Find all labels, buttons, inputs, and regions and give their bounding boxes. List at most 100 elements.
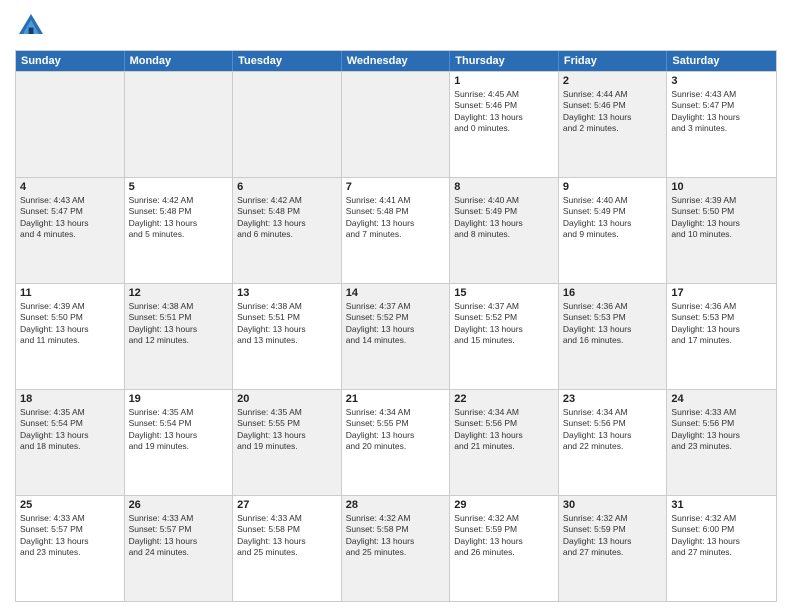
day-number: 30 (563, 499, 663, 511)
day-cell-14: 14 Sunrise: 4:37 AM Sunset: 5:52 PM Dayli… (342, 284, 451, 389)
day-number: 31 (671, 499, 772, 511)
day-info: Sunrise: 4:33 AM Sunset: 5:57 PM Dayligh… (20, 513, 120, 559)
empty-cell (125, 72, 234, 177)
day-header-monday: Monday (125, 51, 234, 71)
day-info: Sunrise: 4:42 AM Sunset: 5:48 PM Dayligh… (129, 195, 229, 241)
day-number: 26 (129, 499, 229, 511)
day-cell-5: 5 Sunrise: 4:42 AM Sunset: 5:48 PM Daylig… (125, 178, 234, 283)
day-number: 9 (563, 181, 663, 193)
day-cell-29: 29 Sunrise: 4:32 AM Sunset: 5:59 PM Dayli… (450, 496, 559, 601)
day-cell-2: 2 Sunrise: 4:44 AM Sunset: 5:46 PM Daylig… (559, 72, 668, 177)
day-cell-3: 3 Sunrise: 4:43 AM Sunset: 5:47 PM Daylig… (667, 72, 776, 177)
day-number: 25 (20, 499, 120, 511)
day-cell-19: 19Sunrise: 4:35 AM Sunset: 5:54 PM Dayli… (125, 390, 234, 495)
day-number: 21 (346, 393, 446, 405)
day-info: Sunrise: 4:38 AM Sunset: 5:51 PM Dayligh… (237, 301, 337, 347)
day-info: Sunrise: 4:33 AM Sunset: 5:57 PM Dayligh… (129, 513, 229, 559)
week-row-2: 4Sunrise: 4:43 AM Sunset: 5:47 PM Daylig… (16, 177, 776, 283)
day-info: Sunrise: 4:32 AM Sunset: 5:59 PM Dayligh… (563, 513, 663, 559)
day-cell-10: 10 Sunrise: 4:39 AM Sunset: 5:50 PM Dayli… (667, 178, 776, 283)
day-info: Sunrise: 4:34 AM Sunset: 5:56 PM Dayligh… (454, 407, 554, 453)
day-cell-13: 13 Sunrise: 4:38 AM Sunset: 5:51 PM Dayli… (233, 284, 342, 389)
empty-cell (233, 72, 342, 177)
day-header-saturday: Saturday (667, 51, 776, 71)
day-info: Sunrise: 4:36 AM Sunset: 5:53 PM Dayligh… (671, 301, 772, 347)
day-number: 10 (671, 181, 772, 193)
day-number: 3 (671, 75, 772, 87)
day-info: Sunrise: 4:32 AM Sunset: 5:58 PM Dayligh… (346, 513, 446, 559)
day-number: 7 (346, 181, 446, 193)
day-cell-4: 4Sunrise: 4:43 AM Sunset: 5:47 PM Daylig… (16, 178, 125, 283)
day-number: 27 (237, 499, 337, 511)
day-info: Sunrise: 4:39 AM Sunset: 5:50 PM Dayligh… (671, 195, 772, 241)
day-info: Sunrise: 4:34 AM Sunset: 5:55 PM Dayligh… (346, 407, 446, 453)
day-info: Sunrise: 4:35 AM Sunset: 5:54 PM Dayligh… (20, 407, 120, 453)
day-number: 11 (20, 287, 120, 299)
day-info: Sunrise: 4:32 AM Sunset: 5:59 PM Dayligh… (454, 513, 554, 559)
day-info: Sunrise: 4:38 AM Sunset: 5:51 PM Dayligh… (129, 301, 229, 347)
week-row-5: 25 Sunrise: 4:33 AM Sunset: 5:57 PM Dayli… (16, 495, 776, 601)
day-cell-26: 26 Sunrise: 4:33 AM Sunset: 5:57 PM Dayli… (125, 496, 234, 601)
day-cell-22: 22Sunrise: 4:34 AM Sunset: 5:56 PM Dayli… (450, 390, 559, 495)
day-cell-25: 25 Sunrise: 4:33 AM Sunset: 5:57 PM Dayli… (16, 496, 125, 601)
page: SundayMondayTuesdayWednesdayThursdayFrid… (0, 0, 792, 612)
empty-cell (16, 72, 125, 177)
day-info: Sunrise: 4:33 AM Sunset: 5:56 PM Dayligh… (671, 407, 772, 453)
day-number: 5 (129, 181, 229, 193)
day-header-thursday: Thursday (450, 51, 559, 71)
day-number: 14 (346, 287, 446, 299)
day-info: Sunrise: 4:45 AM Sunset: 5:46 PM Dayligh… (454, 89, 554, 135)
week-row-3: 11 Sunrise: 4:39 AM Sunset: 5:50 PM Dayli… (16, 283, 776, 389)
day-number: 4 (20, 181, 120, 193)
empty-cell (342, 72, 451, 177)
day-cell-6: 6Sunrise: 4:42 AM Sunset: 5:48 PM Daylig… (233, 178, 342, 283)
week-row-4: 18 Sunrise: 4:35 AM Sunset: 5:54 PM Dayli… (16, 389, 776, 495)
day-info: Sunrise: 4:39 AM Sunset: 5:50 PM Dayligh… (20, 301, 120, 347)
day-header-friday: Friday (559, 51, 668, 71)
day-info: Sunrise: 4:40 AM Sunset: 5:49 PM Dayligh… (563, 195, 663, 241)
day-number: 19 (129, 393, 229, 405)
day-number: 23 (563, 393, 663, 405)
logo (15, 10, 51, 42)
day-cell-11: 11 Sunrise: 4:39 AM Sunset: 5:50 PM Dayli… (16, 284, 125, 389)
day-info: Sunrise: 4:35 AM Sunset: 5:55 PM Dayligh… (237, 407, 337, 453)
day-cell-8: 8 Sunrise: 4:40 AM Sunset: 5:49 PM Daylig… (450, 178, 559, 283)
day-info: Sunrise: 4:34 AM Sunset: 5:56 PM Dayligh… (563, 407, 663, 453)
calendar-body: 1 Sunrise: 4:45 AM Sunset: 5:46 PM Daylig… (16, 71, 776, 601)
day-info: Sunrise: 4:41 AM Sunset: 5:48 PM Dayligh… (346, 195, 446, 241)
day-number: 18 (20, 393, 120, 405)
logo-icon (15, 10, 47, 42)
day-info: Sunrise: 4:44 AM Sunset: 5:46 PM Dayligh… (563, 89, 663, 135)
day-number: 20 (237, 393, 337, 405)
day-number: 24 (671, 393, 772, 405)
day-cell-18: 18 Sunrise: 4:35 AM Sunset: 5:54 PM Dayli… (16, 390, 125, 495)
day-cell-27: 27 Sunrise: 4:33 AM Sunset: 5:58 PM Dayli… (233, 496, 342, 601)
day-cell-23: 23 Sunrise: 4:34 AM Sunset: 5:56 PM Dayli… (559, 390, 668, 495)
day-number: 8 (454, 181, 554, 193)
day-info: Sunrise: 4:33 AM Sunset: 5:58 PM Dayligh… (237, 513, 337, 559)
day-info: Sunrise: 4:32 AM Sunset: 6:00 PM Dayligh… (671, 513, 772, 559)
day-cell-15: 15 Sunrise: 4:37 AM Sunset: 5:52 PM Dayli… (450, 284, 559, 389)
day-header-wednesday: Wednesday (342, 51, 451, 71)
day-cell-17: 17 Sunrise: 4:36 AM Sunset: 5:53 PM Dayli… (667, 284, 776, 389)
day-number: 17 (671, 287, 772, 299)
calendar-header: SundayMondayTuesdayWednesdayThursdayFrid… (16, 51, 776, 71)
day-cell-16: 16Sunrise: 4:36 AM Sunset: 5:53 PM Dayli… (559, 284, 668, 389)
day-info: Sunrise: 4:43 AM Sunset: 5:47 PM Dayligh… (671, 89, 772, 135)
day-cell-24: 24 Sunrise: 4:33 AM Sunset: 5:56 PM Dayli… (667, 390, 776, 495)
day-info: Sunrise: 4:37 AM Sunset: 5:52 PM Dayligh… (454, 301, 554, 347)
day-number: 13 (237, 287, 337, 299)
day-number: 2 (563, 75, 663, 87)
day-number: 1 (454, 75, 554, 87)
header (15, 10, 777, 42)
day-cell-31: 31 Sunrise: 4:32 AM Sunset: 6:00 PM Dayli… (667, 496, 776, 601)
day-info: Sunrise: 4:37 AM Sunset: 5:52 PM Dayligh… (346, 301, 446, 347)
day-cell-12: 12Sunrise: 4:38 AM Sunset: 5:51 PM Dayli… (125, 284, 234, 389)
day-cell-21: 21 Sunrise: 4:34 AM Sunset: 5:55 PM Dayli… (342, 390, 451, 495)
day-info: Sunrise: 4:40 AM Sunset: 5:49 PM Dayligh… (454, 195, 554, 241)
day-cell-20: 20 Sunrise: 4:35 AM Sunset: 5:55 PM Dayli… (233, 390, 342, 495)
day-info: Sunrise: 4:42 AM Sunset: 5:48 PM Dayligh… (237, 195, 337, 241)
day-number: 29 (454, 499, 554, 511)
day-number: 15 (454, 287, 554, 299)
day-cell-28: 28Sunrise: 4:32 AM Sunset: 5:58 PM Dayli… (342, 496, 451, 601)
